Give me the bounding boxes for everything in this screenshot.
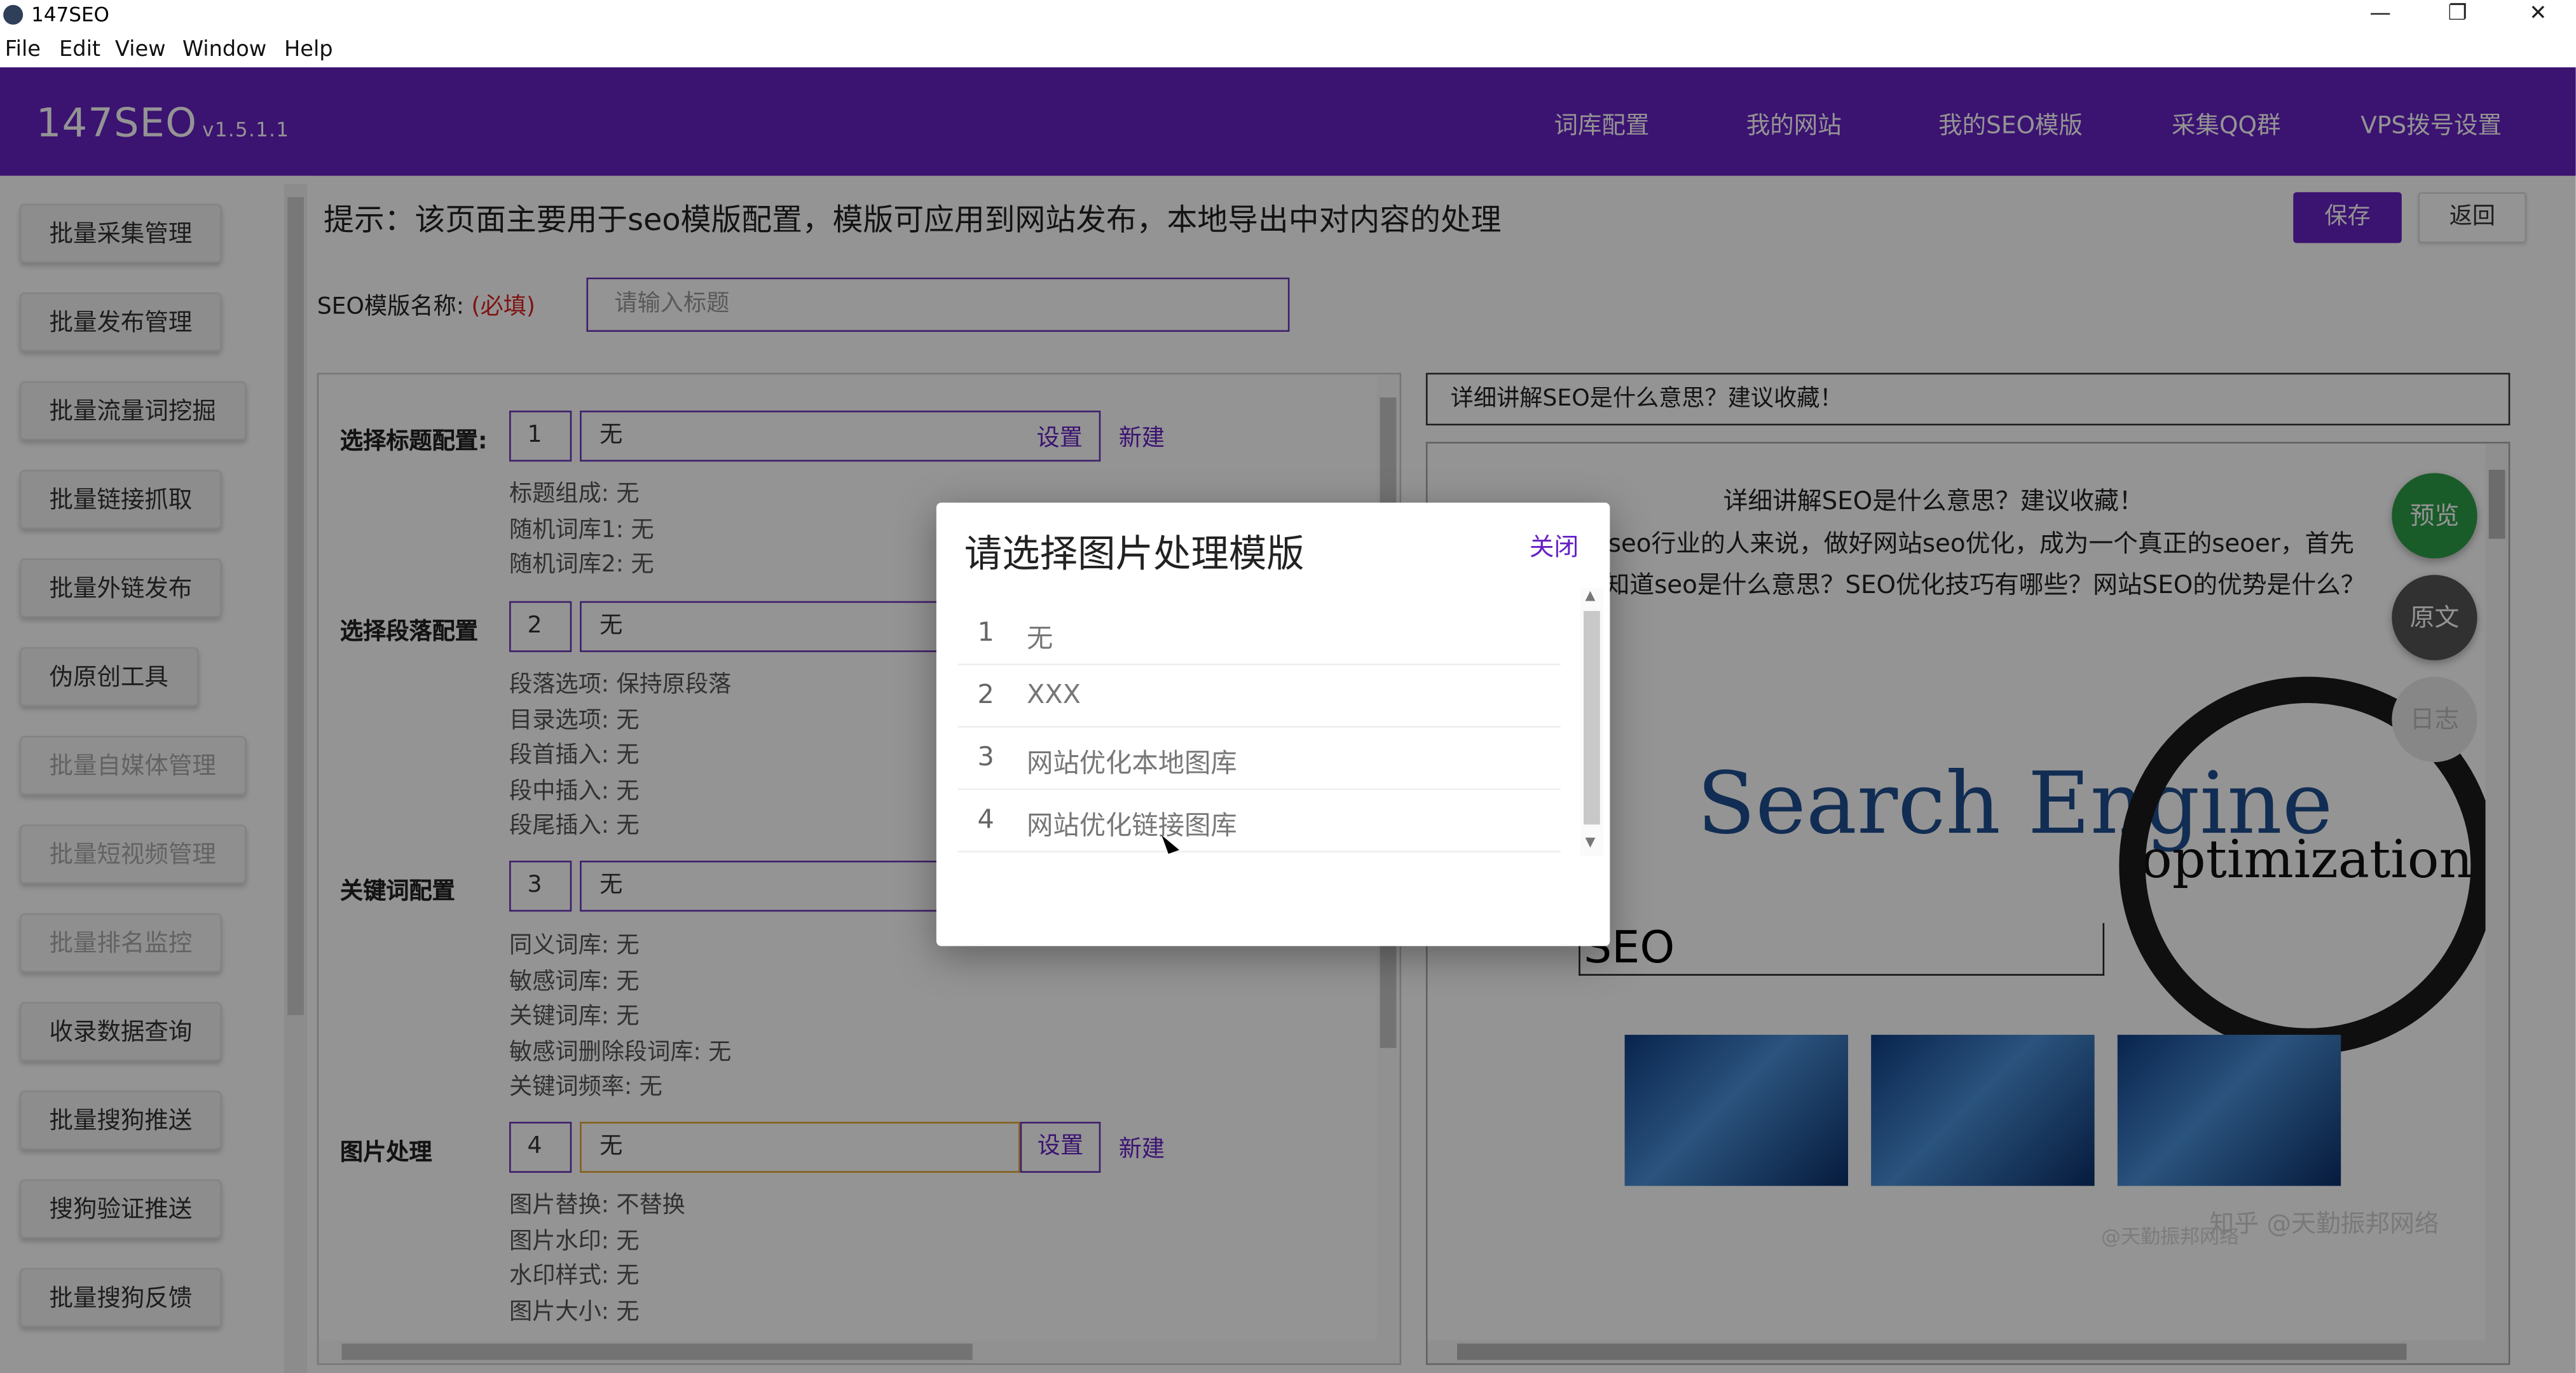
title-bar: 147SEO — ❐ ✕ (0, 0, 2576, 33)
menu-view[interactable]: View (115, 38, 166, 62)
option-index: 2 (977, 678, 994, 710)
option-name: 网站优化本地图库 (1027, 747, 1237, 779)
image-template-dialog: 请选择图片处理模版 关闭 1 无 2 XXX 3 网站优化本地图库 4 网站优化… (936, 502, 1610, 946)
menu-window[interactable]: Window (182, 38, 266, 62)
menu-help[interactable]: Help (284, 38, 333, 62)
option-index: 4 (977, 803, 994, 835)
option-name: 网站优化链接图库 (1027, 809, 1237, 842)
window-title: 147SEO (31, 3, 109, 27)
option-name: XXX (1027, 678, 1081, 710)
dialog-scrollbar[interactable]: ▲ ▼ (1580, 588, 1603, 856)
menu-bar: File Edit View Window Help (0, 33, 2576, 67)
maximize-button[interactable]: ❐ (2420, 0, 2495, 33)
dialog-close-button[interactable]: 关闭 (1530, 529, 1579, 563)
dialog-scroll-thumb[interactable] (1583, 611, 1600, 825)
menu-file[interactable]: File (5, 38, 41, 62)
app-icon (3, 4, 24, 25)
template-list: 1 无 2 XXX 3 网站优化本地图库 4 网站优化链接图库 (957, 603, 1561, 853)
template-option[interactable]: 4 网站优化链接图库 (957, 790, 1561, 853)
option-index: 3 (977, 741, 994, 772)
close-window-button[interactable]: ✕ (2500, 0, 2576, 33)
scroll-up-icon[interactable]: ▲ (1586, 588, 1596, 603)
template-option[interactable]: 1 无 (957, 603, 1561, 666)
menu-edit[interactable]: Edit (59, 38, 100, 62)
option-name: 无 (1027, 622, 1053, 654)
dialog-title: 请选择图片处理模版 (964, 533, 1305, 577)
app-window: 147SEO — ❐ ✕ File Edit View Window Help … (0, 0, 2576, 1373)
option-index: 1 (977, 616, 994, 648)
template-option[interactable]: 2 XXX (957, 666, 1561, 728)
template-option[interactable]: 3 网站优化本地图库 (957, 728, 1561, 790)
scroll-down-icon[interactable]: ▼ (1586, 835, 1596, 849)
minimize-button[interactable]: — (2343, 0, 2418, 33)
